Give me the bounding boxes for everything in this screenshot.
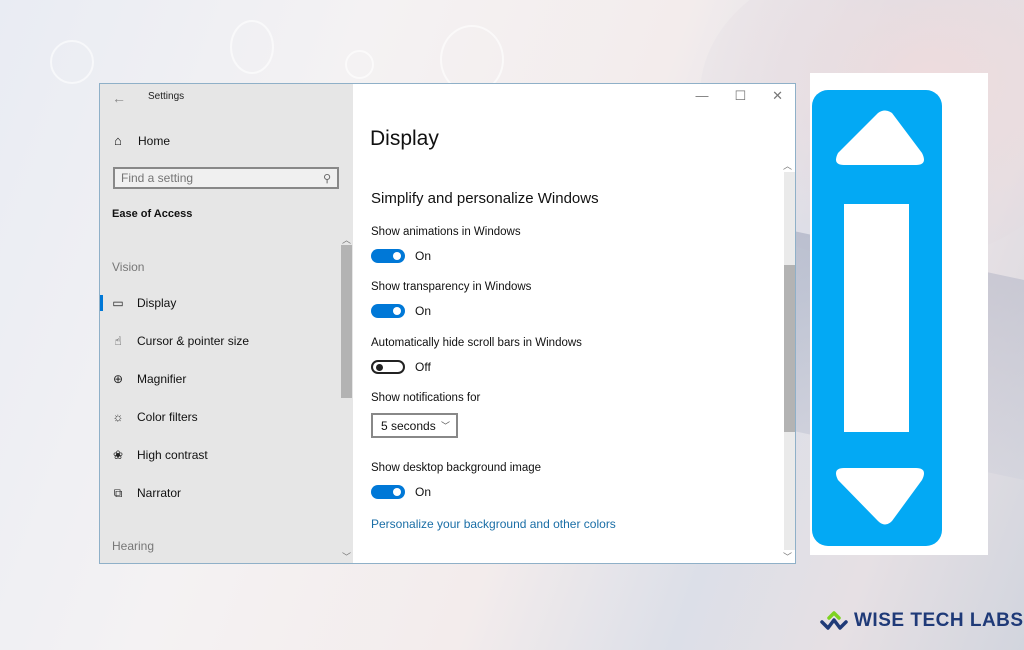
setting-label-transparency: Show transparency in Windows	[371, 281, 532, 293]
sidebar-item-label: Narrator	[137, 486, 182, 500]
magnifier-icon: ⊕	[112, 372, 124, 386]
animations-toggle[interactable]	[371, 249, 405, 263]
dropdown-value: 5 seconds	[381, 418, 436, 433]
sidebar-item-display[interactable]: ▭ Display	[100, 289, 340, 317]
scrollbar-illustration-svg	[812, 90, 942, 546]
home-label: Home	[138, 133, 171, 148]
background-circle	[230, 20, 274, 74]
toggle-state: On	[415, 485, 432, 499]
sidebar-scrollbar-thumb[interactable]	[341, 245, 352, 398]
search-box[interactable]: ⚲	[113, 167, 339, 189]
background-toggle-row: On	[371, 485, 431, 499]
section-heading: Simplify and personalize Windows	[371, 190, 599, 207]
content-pane: — ☐ ✕ Display Simplify and personalize W…	[353, 84, 795, 563]
sidebar-scroll-down-icon[interactable]: ﹀	[342, 550, 351, 563]
notifications-duration-dropdown[interactable]: 5 seconds ﹀	[371, 413, 458, 438]
home-nav-item[interactable]: ⌂ Home	[114, 133, 170, 148]
sidebar: ← Settings ⌂ Home ⚲ Ease of Access Visio…	[100, 84, 353, 563]
background-circle	[50, 40, 94, 84]
settings-window: ← Settings ⌂ Home ⚲ Ease of Access Visio…	[99, 83, 796, 564]
personalize-link[interactable]: Personalize your background and other co…	[371, 517, 616, 531]
toggle-knob	[376, 364, 383, 371]
sidebar-item-magnifier[interactable]: ⊕ Magnifier	[100, 365, 340, 393]
window-title: Settings	[148, 91, 185, 102]
palette-icon: ❀	[112, 448, 124, 462]
brand-logo: WISE TECH LABS	[820, 610, 1024, 632]
sidebar-item-label: Color filters	[137, 410, 198, 424]
toggle-state: On	[415, 304, 432, 318]
chevron-down-icon: ﹀	[440, 421, 450, 431]
setting-label-scrollbars: Automatically hide scroll bars in Window…	[371, 337, 582, 349]
window-controls: — ☐ ✕	[695, 88, 783, 104]
toggle-state: Off	[415, 360, 431, 374]
back-arrow-icon[interactable]: ←	[112, 90, 126, 106]
group-label-vision: Vision	[112, 260, 145, 274]
cursor-icon: ☝	[114, 334, 122, 348]
setting-label-background: Show desktop background image	[371, 462, 542, 474]
sun-icon: ☼	[112, 410, 124, 424]
sidebar-item-label: Cursor & pointer size	[137, 334, 250, 348]
sidebar-item-high-contrast[interactable]: ❀ High contrast	[100, 441, 340, 469]
search-input[interactable]	[121, 171, 301, 185]
monitor-icon: ▭	[112, 296, 124, 310]
maximize-button[interactable]: ☐	[734, 88, 746, 104]
setting-label-animations: Show animations in Windows	[371, 226, 521, 238]
background-circle	[345, 50, 374, 79]
home-icon: ⌂	[114, 133, 122, 148]
toggle-knob	[393, 488, 401, 496]
brand-name: WISE TECH LABS	[854, 610, 1024, 631]
hide-scrollbars-toggle[interactable]	[371, 360, 405, 374]
background-image-toggle[interactable]	[371, 485, 405, 499]
close-button[interactable]: ✕	[772, 88, 783, 104]
minimize-button[interactable]: —	[695, 88, 708, 104]
scrollbar-thumb-illustration	[844, 204, 909, 432]
content-scroll-down-icon[interactable]: ﹀	[783, 550, 792, 563]
search-icon[interactable]: ⚲	[323, 172, 331, 185]
sidebar-item-label: Display	[137, 296, 177, 310]
transparency-toggle-row: On	[371, 304, 431, 318]
toggle-knob	[393, 252, 401, 260]
sidebar-item-label: High contrast	[137, 448, 208, 462]
sidebar-item-narrator[interactable]: ⧉ Narrator	[100, 479, 340, 507]
scrollbar-illustration	[810, 73, 988, 555]
toggle-state: On	[415, 249, 432, 263]
page-title: Display	[370, 127, 439, 150]
toggle-knob	[393, 307, 401, 315]
sidebar-item-cursor[interactable]: ☝ Cursor & pointer size	[100, 327, 340, 355]
setting-label-notifications: Show notifications for	[371, 392, 481, 404]
transparency-toggle[interactable]	[371, 304, 405, 318]
content-scrollbar-thumb[interactable]	[784, 265, 795, 432]
content-scroll-up-icon[interactable]: ︿	[783, 159, 792, 172]
scrollbars-toggle-row: Off	[371, 360, 431, 374]
sidebar-item-label: Magnifier	[137, 372, 187, 386]
sidebar-item-color-filters[interactable]: ☼ Color filters	[100, 403, 340, 431]
group-label-hearing: Hearing	[112, 539, 155, 553]
brand-logo-icon	[820, 611, 848, 630]
section-title: Ease of Access	[112, 208, 193, 220]
animations-toggle-row: On	[371, 249, 431, 263]
narrator-icon: ⧉	[113, 485, 123, 500]
